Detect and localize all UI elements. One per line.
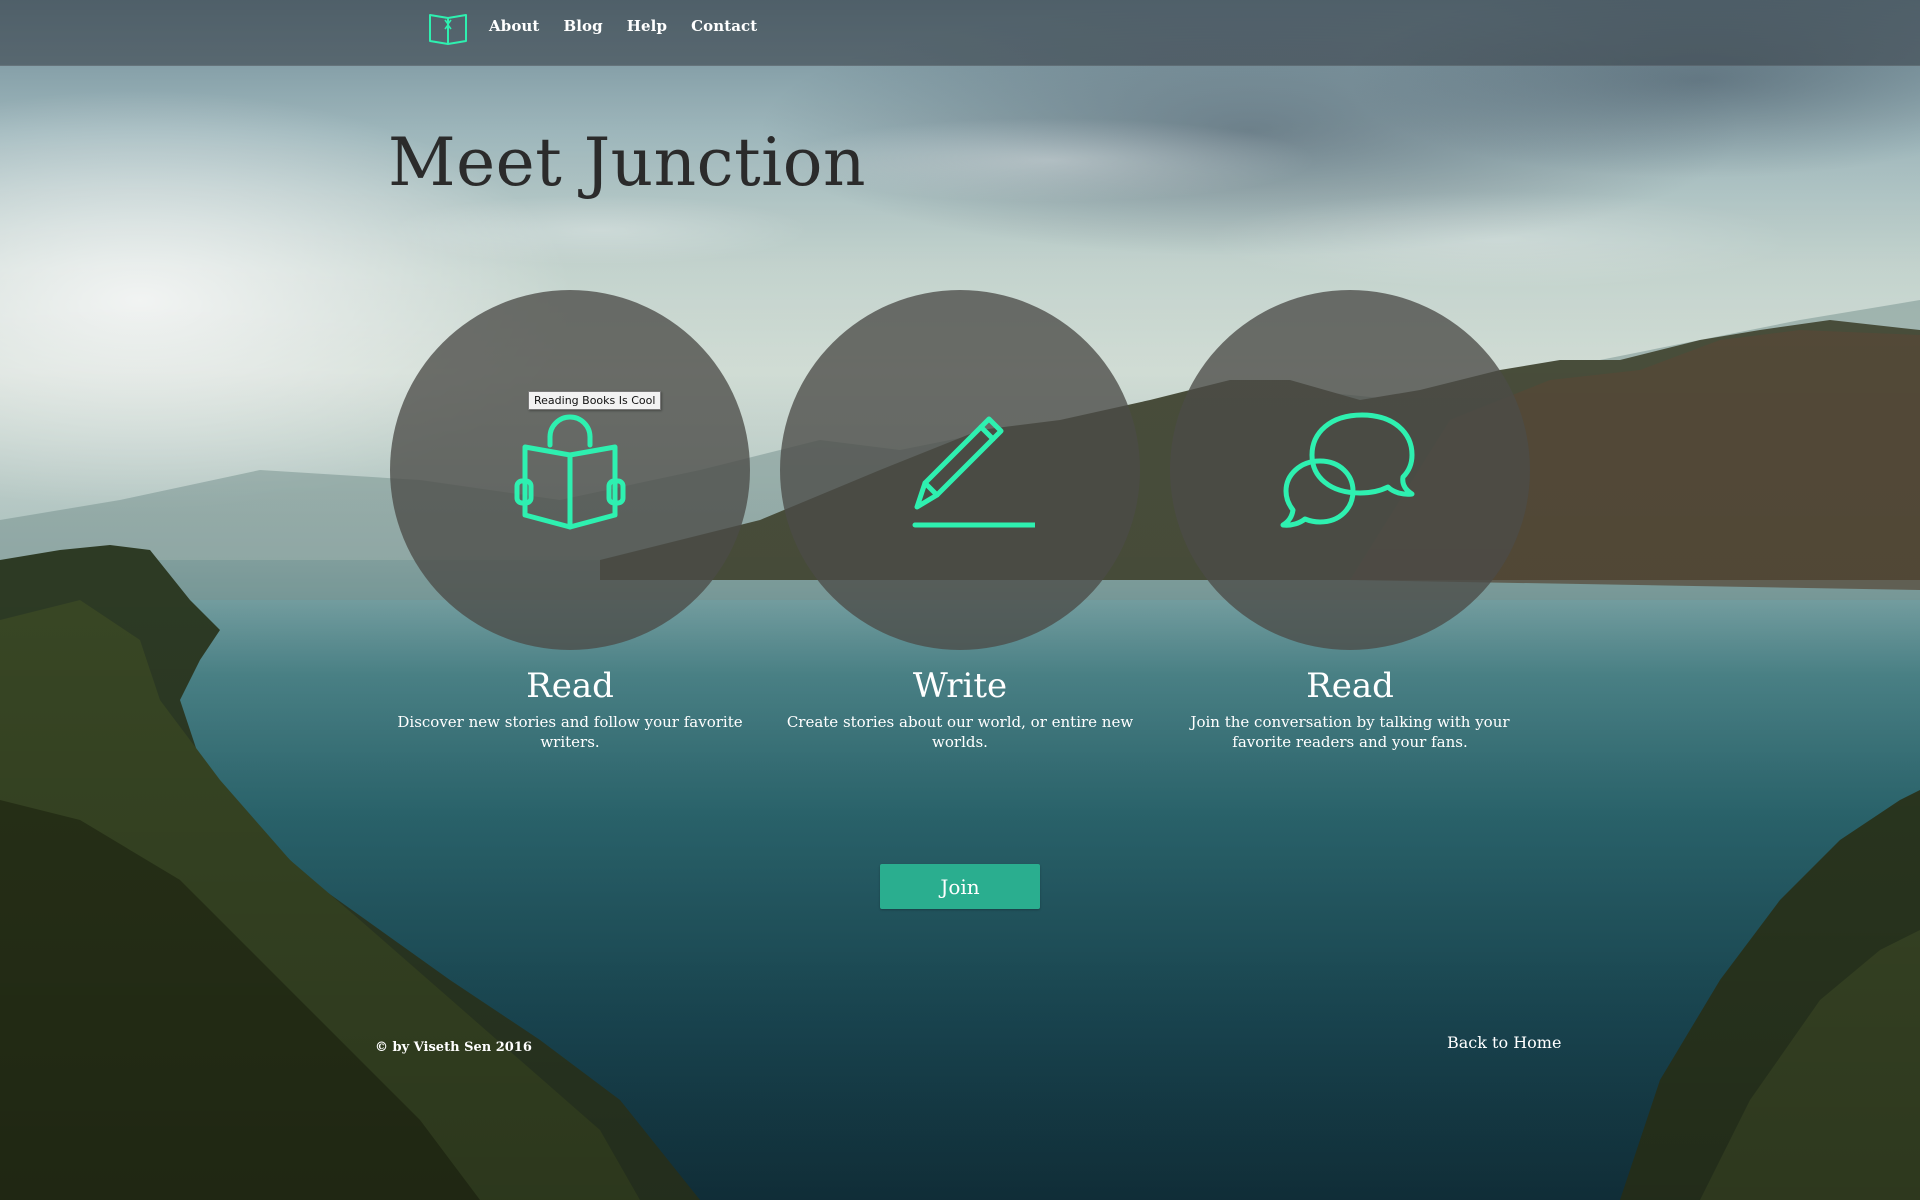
join-button[interactable]: Join (880, 864, 1040, 909)
feature-write: Write Create stories about our world, or… (780, 290, 1140, 752)
feature-converse: Read Join the conversation by talking wi… (1170, 290, 1530, 752)
copyright-text: © by Viseth Sen 2016 (375, 1040, 532, 1055)
nav-link-help[interactable]: Help (627, 17, 667, 35)
pencil-icon (912, 416, 1035, 528)
nav-links: About Blog Help Contact (489, 17, 757, 35)
nav-link-about[interactable]: About (489, 17, 539, 35)
reading-person-icon (514, 414, 626, 530)
chat-bubbles-icon (1280, 412, 1415, 528)
feature-circle (780, 290, 1140, 650)
top-navbar: About Blog Help Contact (0, 0, 1920, 66)
icon-tooltip: Reading Books Is Cool (528, 391, 662, 410)
back-to-home-link[interactable]: Back to Home (1447, 1033, 1561, 1052)
feature-heading: Write (912, 666, 1008, 706)
feature-description: Discover new stories and follow your fav… (397, 713, 743, 751)
feature-description: Join the conversation by talking with yo… (1190, 713, 1510, 751)
feature-circle (390, 290, 750, 650)
feature-circle (1170, 290, 1530, 650)
nav-link-contact[interactable]: Contact (691, 17, 757, 35)
open-book-logo-icon[interactable] (428, 11, 468, 45)
feature-heading: Read (526, 666, 614, 706)
feature-read: Read Discover new stories and follow you… (390, 290, 750, 752)
feature-description: Create stories about our world, or entir… (786, 713, 1134, 751)
nav-link-blog[interactable]: Blog (563, 17, 602, 35)
feature-heading: Read (1306, 666, 1394, 706)
page-title: Meet Junction (388, 124, 867, 201)
